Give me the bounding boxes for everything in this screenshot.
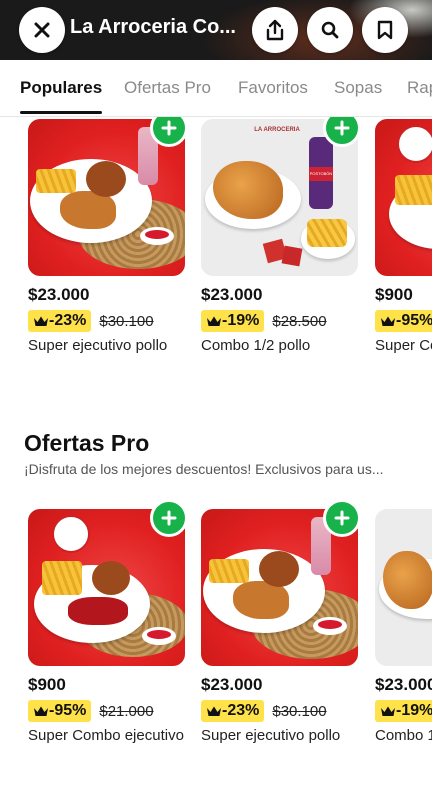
plus-icon [161,510,177,526]
tab-favoritos[interactable]: Favoritos [238,78,308,98]
ofertas-pro-row: $900 -95% $21.000 Super Combo ejecutivo … [0,497,432,800]
populares-row: $23.000 -23% $30.100 Super ejecutivo pol… [0,117,432,379]
product-price: $23.000 [201,285,263,304]
discount-percent: -23% [49,312,87,329]
product-card[interactable]: $23.000 -23% $30.100 Super ejecutivo pol… [201,499,361,779]
discount-percent: -23% [222,702,260,719]
product-card[interactable]: $23.000 -19% Combo 1/2 pollo [375,509,432,779]
discount-badge: -95% [375,310,432,332]
product-card[interactable]: LA ARROCERIA POSTOBÓN $23.000 -19% $28.5… [201,117,361,379]
share-icon [266,19,284,41]
discount-row: -23% $30.100 [28,310,154,332]
discount-badge: -19% [375,700,432,722]
crown-icon [34,706,48,716]
product-price: $23.000 [375,675,432,694]
bookmark-icon [377,20,393,40]
discount-badge: -23% [201,700,265,722]
plus-icon [334,510,350,526]
plus-icon [334,120,350,136]
product-name: Super ejecutivo pollo [28,337,168,354]
restaurant-title: La Arroceria Co... [70,16,236,38]
product-name: Combo 1/2 pollo [375,727,432,744]
discount-row: -19% [375,700,432,722]
add-to-cart-button[interactable] [323,499,361,537]
crown-icon [207,316,221,326]
brand-label: LA ARROCERIA [254,127,300,133]
discount-badge: -23% [28,310,92,332]
crown-icon [381,706,395,716]
add-to-cart-button[interactable] [150,499,188,537]
tab-populares[interactable]: Populares [20,78,102,98]
old-price: $30.100 [272,702,327,720]
product-card[interactable]: $23.000 -23% $30.100 Super ejecutivo pol… [28,117,188,379]
product-price: $23.000 [201,675,263,694]
active-tab-indicator [20,111,102,114]
crown-icon [381,316,395,326]
discount-row: -95% $21.000 [28,700,154,722]
discount-percent: -19% [396,702,432,719]
crown-icon [207,706,221,716]
close-icon [34,22,50,38]
discount-percent: -95% [396,312,432,329]
discount-badge: -19% [201,310,265,332]
crown-icon [34,316,48,326]
product-image [375,509,432,666]
discount-percent: -19% [222,312,260,329]
top-bar: La Arroceria Co... [0,0,432,60]
discount-row: -95% [375,310,432,332]
share-button[interactable] [252,7,298,53]
product-card[interactable]: $900 -95% Super Combo ejecutivo [375,119,432,379]
product-card[interactable]: $900 -95% $21.000 Super Combo ejecutivo [28,499,188,779]
product-name: Super Combo ejecutivo [28,727,184,744]
tab-sopas[interactable]: Sopas [334,78,382,98]
plus-icon [161,120,177,136]
section-subtitle: ¡Disfruta de los mejores descuentos! Exc… [24,461,384,477]
product-name: Super ejecutivo pollo [201,727,341,744]
tab-ofertas-pro[interactable]: Ofertas Pro [124,78,211,98]
discount-badge: -95% [28,700,92,722]
product-price: $900 [28,675,66,694]
search-button[interactable] [307,7,353,53]
category-tabs: Populares Ofertas Pro Favoritos Sopas Ra… [0,60,432,117]
old-price: $28.500 [272,312,327,330]
logo-icon [52,515,90,553]
old-price: $21.000 [99,702,154,720]
product-name: Combo 1/2 pollo [201,337,311,354]
product-price: $23.000 [28,285,90,304]
product-image [375,119,432,276]
discount-row: -19% $28.500 [201,310,327,332]
discount-row: -23% $30.100 [201,700,327,722]
product-price: $900 [375,285,413,304]
tab-rap[interactable]: Rap [407,78,432,98]
search-icon [321,21,339,39]
close-button[interactable] [19,7,65,53]
discount-percent: -95% [49,702,87,719]
product-name: Super Combo ejecutivo [375,337,432,354]
bookmark-button[interactable] [362,7,408,53]
old-price: $30.100 [99,312,154,330]
section-title: Ofertas Pro [24,430,150,456]
drink-label: POSTOBÓN [309,167,333,181]
